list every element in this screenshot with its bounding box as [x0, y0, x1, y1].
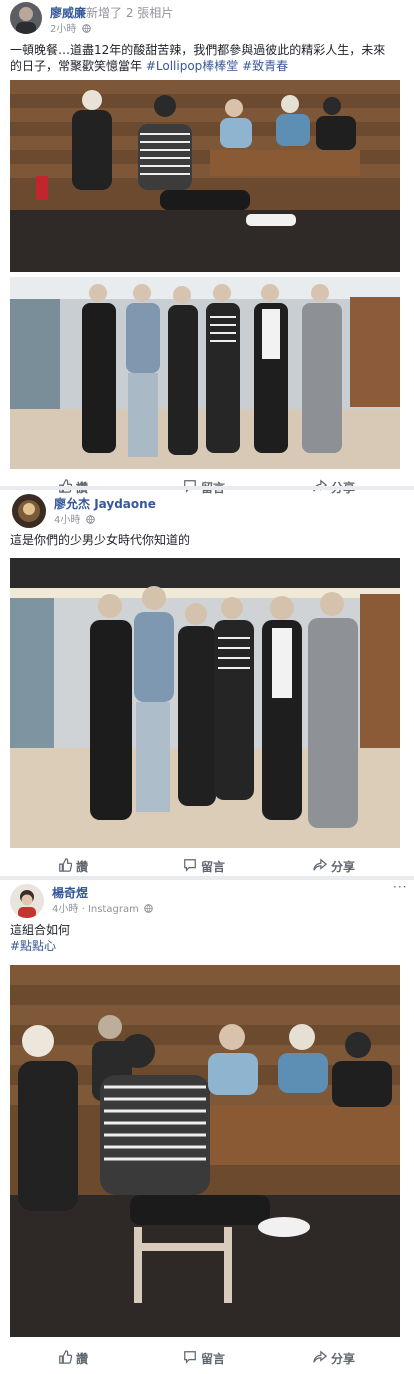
globe-icon [81, 24, 91, 36]
post-action-text: 新增了 2 張相片 [86, 6, 174, 20]
post-actions: 讚 留言 分享 [0, 855, 414, 877]
post-separator [0, 486, 414, 490]
post-photo-restaurant[interactable] [10, 80, 400, 272]
avatar[interactable] [12, 494, 46, 528]
avatar[interactable] [10, 884, 44, 918]
post-timestamp[interactable]: 4小時 [54, 511, 95, 527]
comment-button[interactable]: 留言 [183, 1347, 225, 1369]
post-source: Instagram [87, 904, 139, 915]
hashtag[interactable]: #致青春 [242, 59, 288, 73]
comment-icon [183, 1350, 201, 1367]
post-timestamp[interactable]: 4小時 · Instagram [52, 900, 153, 916]
share-icon [313, 1349, 331, 1367]
post-timestamp[interactable]: 2小時 [50, 20, 91, 36]
post-photo-mall[interactable] [10, 277, 400, 469]
share-button[interactable]: 分享 [313, 1347, 355, 1369]
author-english-name: Jaydaone [94, 497, 156, 511]
post-photo-group[interactable] [10, 558, 400, 848]
post-text: 一頓晚餐…道盡12年的酸甜苦辣，我們都參與過彼此的精彩人生，未來 的日子，常聚歡… [10, 43, 386, 73]
post-photo-restaurant[interactable] [10, 965, 400, 1337]
hashtag[interactable]: #Lollipop棒棒堂 [146, 59, 238, 73]
avatar[interactable] [10, 2, 42, 34]
like-icon [58, 1349, 76, 1367]
post-author[interactable]: 廖允杰 Jaydaone [54, 495, 156, 512]
like-button[interactable]: 讚 [58, 855, 88, 877]
comment-icon [183, 858, 201, 875]
like-icon [58, 857, 76, 875]
post-text: 這是你們的少男少女時代你知道的 [10, 533, 191, 547]
post-text: 這組合如何 #點點心 [10, 923, 71, 954]
post-actions: 讚 留言 分享 [0, 1347, 414, 1369]
hashtag[interactable]: #點點心 [10, 938, 70, 954]
post-author[interactable]: 廖威廉新增了 2 張相片 [50, 4, 173, 21]
post-separator [0, 876, 414, 880]
comment-button[interactable]: 留言 [183, 855, 225, 877]
share-button[interactable]: 分享 [313, 855, 355, 877]
globe-icon [144, 904, 153, 916]
globe-icon [85, 515, 95, 527]
share-icon [313, 857, 331, 875]
more-options-icon[interactable]: ··· [393, 880, 407, 894]
post-author[interactable]: 楊奇煜 [52, 884, 88, 901]
like-button[interactable]: 讚 [58, 1347, 88, 1369]
